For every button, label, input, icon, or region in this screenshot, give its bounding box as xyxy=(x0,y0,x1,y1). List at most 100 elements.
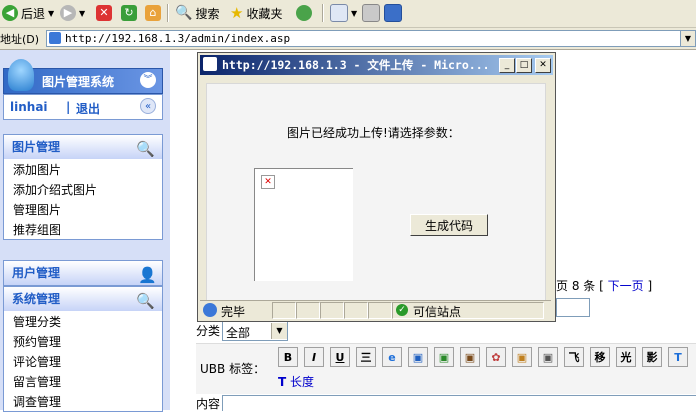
ubb-code-button[interactable]: ▣ xyxy=(538,347,558,367)
sidebar-item-manage-categories[interactable]: 管理分类 xyxy=(13,313,61,330)
content-textarea[interactable] xyxy=(222,395,696,411)
ubb-email-button[interactable]: ▣ xyxy=(408,347,428,367)
address-bar: 地址(D) http://192.168.1.3/admin/index.asp… xyxy=(0,28,696,50)
media-button[interactable] xyxy=(296,3,312,23)
search-label: 搜索 xyxy=(195,6,220,21)
content-label: 内容 xyxy=(196,397,221,411)
ubb-image-button[interactable]: ▣ xyxy=(434,347,454,367)
trusted-zone-label: 可信站点 xyxy=(413,305,462,319)
page-number-input[interactable] xyxy=(556,298,590,317)
dialog-title: http://192.168.1.3 - 文件上传 - Micro... xyxy=(222,58,490,72)
dialog-title-bar[interactable]: http://192.168.1.3 - 文件上传 - Micro... _ □… xyxy=(200,55,553,75)
ubb-flash-button[interactable]: ✿ xyxy=(486,347,506,367)
forward-button[interactable]: ▶ ▼ xyxy=(60,3,85,23)
ubb-underline-button[interactable]: U xyxy=(330,347,350,367)
stop-icon: ✕ xyxy=(96,5,112,21)
status-pane xyxy=(368,302,392,319)
ubb-bold-button[interactable]: B xyxy=(278,347,298,367)
ubb-link-button[interactable]: e xyxy=(382,347,402,367)
favorites-label: 收藏夹 xyxy=(246,6,283,21)
next-page-link[interactable]: 下一页 xyxy=(608,279,644,293)
sidebar-item-add-intro-image[interactable]: 添加介绍式图片 xyxy=(13,181,97,198)
section-header[interactable]: 用户管理 👤 xyxy=(4,261,162,285)
ubb-picture-button[interactable]: ▣ xyxy=(460,347,480,367)
mail-button[interactable]: ▼ xyxy=(330,3,357,23)
maximize-button[interactable]: □ xyxy=(516,58,532,73)
home-icon: ⌂ xyxy=(145,5,161,21)
separator-text: | xyxy=(66,100,71,114)
sidebar-item-manage-images[interactable]: 管理图片 xyxy=(13,201,61,218)
magnifier-icon: 🔍 xyxy=(136,140,155,158)
address-label: 地址(D) xyxy=(0,33,40,46)
print-button[interactable] xyxy=(362,3,380,23)
close-button[interactable]: ✕ xyxy=(535,58,551,73)
ubb-shadow-button[interactable]: 影 xyxy=(642,347,662,367)
ubb-move-button[interactable]: 移 xyxy=(590,347,610,367)
chevron-down-icon: ▼ xyxy=(271,323,287,339)
pagination-close: ] xyxy=(647,279,653,293)
pagination: 页 8 条 [ 下一页 ] xyxy=(556,277,652,294)
sidebar-item-surveys[interactable]: 调查管理 xyxy=(13,393,61,410)
font-t-icon: T xyxy=(278,375,287,389)
sidebar-item-comments[interactable]: 评论管理 xyxy=(13,353,61,370)
ubb-length-link[interactable]: T 长度 xyxy=(278,373,314,390)
minimize-button[interactable]: _ xyxy=(499,58,515,73)
section-user-management: 用户管理 👤 xyxy=(3,260,163,286)
section-system-management: 系统管理 🔍 管理分类 预约管理 评论管理 留言管理 调查管理 xyxy=(3,286,163,412)
user-icon: 👤 xyxy=(138,266,157,284)
stop-button[interactable]: ✕ xyxy=(96,3,112,23)
ubb-fly-button[interactable]: 飞 xyxy=(564,347,584,367)
forward-arrow-icon: ▶ xyxy=(60,5,76,21)
chevron-down-icon: ▼ xyxy=(48,8,55,18)
toolbar-separator xyxy=(167,4,169,22)
mail-icon xyxy=(330,4,348,22)
users-logo-icon xyxy=(8,59,34,91)
back-arrow-icon: ◀ xyxy=(2,5,18,21)
home-button[interactable]: ⌂ xyxy=(145,3,161,23)
magnifier-icon: 🔍 xyxy=(136,292,155,310)
refresh-button[interactable]: ↻ xyxy=(121,3,137,23)
category-select-value: 全部 xyxy=(226,326,251,340)
search-icon: 🔍 xyxy=(175,5,193,21)
sidebar-item-recommended-groups[interactable]: 推荐组图 xyxy=(13,221,61,238)
chevron-down-icon: ▼ xyxy=(351,8,358,18)
logout-link[interactable]: 退出 xyxy=(76,100,100,117)
status-text: 完毕 xyxy=(221,305,246,319)
ubb-quote-button[interactable]: ▣ xyxy=(512,347,532,367)
collapse-icon[interactable]: ︾ xyxy=(140,72,156,88)
ie-page-icon xyxy=(203,57,217,71)
favorites-button[interactable]: ★ 收藏夹 xyxy=(230,3,282,23)
security-zone-pane: ✓ 可信站点 xyxy=(392,302,544,319)
search-button[interactable]: 🔍 搜索 xyxy=(175,3,219,23)
category-select[interactable]: 全部 ▼ xyxy=(222,321,288,341)
edit-button[interactable] xyxy=(384,3,402,23)
sidebar-app-header: 图片管理系统 ︾ xyxy=(3,59,163,94)
status-pane xyxy=(296,302,320,319)
broken-image-icon: ✕ xyxy=(261,175,275,189)
section-header[interactable]: 系统管理 🔍 xyxy=(4,287,162,311)
browser-toolbar: ◀ 后退 ▼ ▶ ▼ ✕ ↻ ⌂ 🔍 搜索 ★ 收藏夹 ▼ xyxy=(0,0,696,28)
upload-success-message: 图片已经成功上传!请选择参数： xyxy=(287,126,460,140)
address-input[interactable]: http://192.168.1.3/admin/index.asp xyxy=(46,30,696,47)
upload-dialog-window: http://192.168.1.3 - 文件上传 - Micro... _ □… xyxy=(197,52,556,322)
ubb-glow-button[interactable]: 光 xyxy=(616,347,636,367)
sidebar-item-messages[interactable]: 留言管理 xyxy=(13,373,61,390)
double-chevron-left-icon[interactable]: « xyxy=(140,98,156,114)
section-title: 系统管理 xyxy=(12,292,61,306)
sidebar-item-reservations[interactable]: 预约管理 xyxy=(13,333,61,350)
ubb-italic-button[interactable]: I xyxy=(304,347,324,367)
section-image-management: 图片管理 🔍 添加图片 添加介绍式图片 管理图片 推荐组图 xyxy=(3,134,163,240)
category-label: 分类 xyxy=(196,324,221,338)
sidebar-item-add-image[interactable]: 添加图片 xyxy=(13,161,61,178)
back-button[interactable]: ◀ 后退 ▼ xyxy=(2,3,54,23)
page-icon xyxy=(49,32,61,44)
address-dropdown-button[interactable]: ▼ xyxy=(680,30,696,47)
ubb-font-button[interactable]: T xyxy=(668,347,688,367)
ubb-strike-button[interactable]: 三 xyxy=(356,347,376,367)
image-preview: ✕ xyxy=(254,168,353,281)
generate-code-button[interactable]: 生成代码 xyxy=(410,214,488,236)
ubb-label: UBB 标签： xyxy=(200,362,266,376)
section-header[interactable]: 图片管理 🔍 xyxy=(4,135,162,159)
section-title: 图片管理 xyxy=(12,140,61,154)
ie-status-icon xyxy=(203,303,217,317)
